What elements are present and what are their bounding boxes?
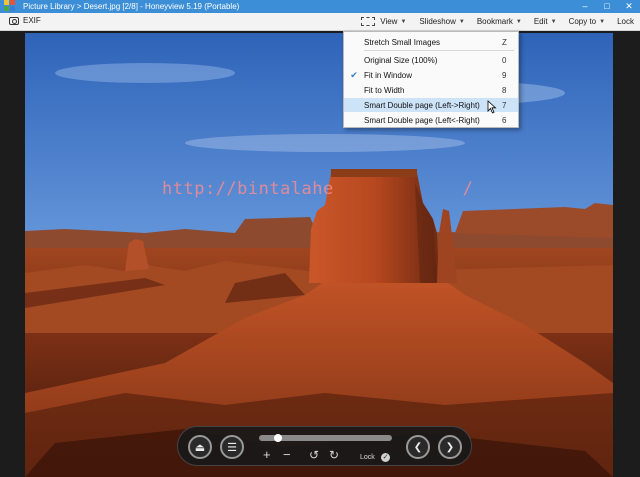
chevron-down-icon: ▼ bbox=[515, 18, 522, 25]
desert-image bbox=[25, 33, 613, 477]
chevron-down-icon: ▼ bbox=[599, 18, 606, 25]
view-mode-icon bbox=[361, 17, 376, 26]
shortcut-key: Z bbox=[502, 37, 507, 47]
rotate-left-button[interactable]: ↺ bbox=[309, 449, 319, 461]
previous-image-button[interactable]: ❮ bbox=[406, 435, 430, 459]
menu-bar: View ▼ Slideshow ▼ Bookmark ▼ Edit ▼ Cop… bbox=[348, 16, 634, 27]
watermark-url: http://bintalahe bbox=[162, 179, 334, 199]
page-slider-thumb[interactable] bbox=[273, 434, 282, 442]
window-title: Picture Library > Desert.jpg [2/8] - Hon… bbox=[23, 2, 240, 11]
eject-icon: ⏏ bbox=[194, 441, 206, 454]
menu-view[interactable]: View ▼ bbox=[360, 16, 407, 27]
menu-lock[interactable]: Lock bbox=[617, 17, 634, 26]
main-menu-button[interactable]: ☰ bbox=[220, 435, 244, 459]
chevron-left-icon: ❮ bbox=[413, 441, 423, 453]
toolbar: EXIF View ▼ Slideshow ▼ Bookmark ▼ Edit … bbox=[0, 13, 640, 31]
menu-item-label: Smart Double page (Left->Right) bbox=[364, 100, 480, 110]
checkmark-icon: ✔ bbox=[350, 69, 358, 80]
exif-label: EXIF bbox=[23, 16, 41, 25]
menu-copy-to[interactable]: Copy to ▼ bbox=[569, 17, 606, 26]
maximize-button[interactable]: □ bbox=[596, 0, 618, 13]
menu-item-stretch-small-images[interactable]: Stretch Small Images Z bbox=[344, 35, 518, 49]
shortcut-key: 7 bbox=[502, 100, 507, 110]
chevron-down-icon: ▼ bbox=[400, 18, 407, 25]
shortcut-key: 9 bbox=[502, 70, 507, 80]
control-bar: ⏏ ☰ + − ↺ ↻ Lock ✓ ❮ ❯ bbox=[177, 426, 472, 466]
menu-item-label: Smart Double page (Left<-Right) bbox=[364, 115, 480, 125]
menu-item-label: Original Size (100%) bbox=[364, 55, 438, 65]
window-controls: – □ ✕ bbox=[574, 0, 640, 13]
menu-edit[interactable]: Edit ▼ bbox=[534, 17, 557, 26]
title-bar[interactable]: Picture Library > Desert.jpg [2/8] - Hon… bbox=[0, 0, 640, 13]
menu-item-label: Stretch Small Images bbox=[364, 37, 441, 47]
zoom-in-button[interactable]: + bbox=[263, 448, 271, 461]
lock-check-icon[interactable]: ✓ bbox=[381, 453, 390, 462]
menu-slideshow[interactable]: Slideshow ▼ bbox=[419, 17, 464, 26]
menu-copy-to-label: Copy to bbox=[568, 17, 597, 26]
shortcut-key: 0 bbox=[502, 55, 507, 65]
next-image-button[interactable]: ❯ bbox=[438, 435, 462, 459]
lock-label: Lock bbox=[360, 454, 375, 461]
image-viewer[interactable]: http://bintalahexxxxxxxxxxxx/ ⏏ ☰ + − ↺ … bbox=[0, 31, 640, 477]
menu-slideshow-label: Slideshow bbox=[419, 17, 456, 26]
honeyview-app-icon[interactable] bbox=[4, 0, 17, 13]
menu-separator bbox=[364, 50, 514, 51]
rotate-right-button[interactable]: ↻ bbox=[329, 449, 339, 461]
mouse-cursor-icon bbox=[487, 100, 497, 114]
close-button[interactable]: ✕ bbox=[618, 0, 640, 13]
chevron-down-icon: ▼ bbox=[550, 18, 557, 25]
menu-item-label: Fit in Window bbox=[364, 70, 413, 80]
menu-view-label: View bbox=[380, 17, 398, 26]
watermark-slash: / bbox=[462, 179, 474, 199]
shortcut-key: 8 bbox=[502, 85, 507, 95]
exif-button[interactable]: EXIF bbox=[9, 16, 41, 25]
watermark-text: http://bintalahexxxxxxxxxxxx/ bbox=[162, 179, 473, 199]
hamburger-menu-icon: ☰ bbox=[227, 441, 237, 454]
menu-edit-label: Edit bbox=[533, 17, 548, 26]
desert-photo[interactable] bbox=[25, 33, 613, 477]
menu-bookmark[interactable]: Bookmark ▼ bbox=[477, 17, 522, 26]
menu-item-label: Fit to Width bbox=[364, 85, 405, 95]
minimize-button[interactable]: – bbox=[574, 0, 596, 13]
menu-item-original-size[interactable]: Original Size (100%) 0 bbox=[344, 53, 518, 67]
chevron-down-icon: ▼ bbox=[458, 18, 465, 25]
menu-bookmark-label: Bookmark bbox=[476, 17, 513, 26]
zoom-out-button[interactable]: − bbox=[283, 448, 291, 461]
menu-item-smart-double-page-rtl[interactable]: Smart Double page (Left<-Right) 6 bbox=[344, 113, 518, 127]
menu-lock-label: Lock bbox=[617, 17, 634, 26]
honeyview-window: Picture Library > Desert.jpg [2/8] - Hon… bbox=[0, 0, 640, 477]
eject-button[interactable]: ⏏ bbox=[188, 435, 212, 459]
menu-item-fit-to-width[interactable]: Fit to Width 8 bbox=[344, 83, 518, 97]
menu-item-fit-in-window[interactable]: ✔ Fit in Window 9 bbox=[344, 68, 518, 82]
camera-icon bbox=[9, 16, 19, 25]
chevron-right-icon: ❯ bbox=[445, 441, 455, 453]
shortcut-key: 6 bbox=[502, 115, 507, 125]
